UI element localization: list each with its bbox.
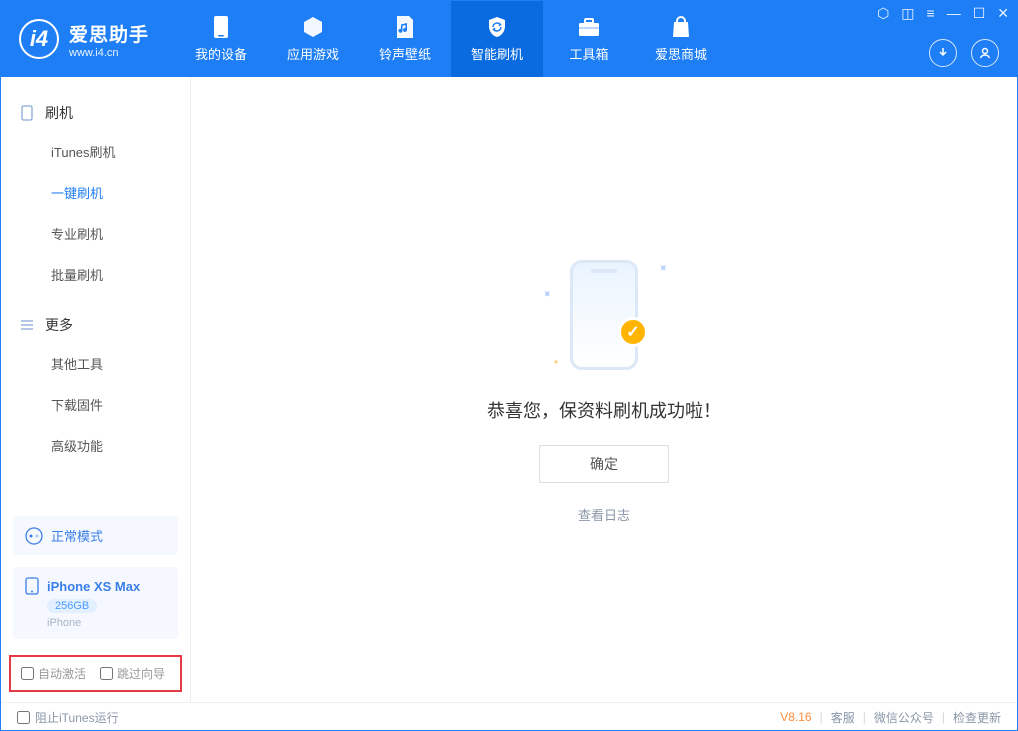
sidebar-item-itunes-flash[interactable]: iTunes刷机 [1,131,190,172]
block-itunes-label: 阻止iTunes运行 [35,709,119,726]
device-type: iPhone [47,617,81,629]
mode-card[interactable]: 正常模式 [13,516,178,555]
tab-label: 我的设备 [195,44,247,63]
separator: | [863,710,866,724]
success-illustration: ✦ ✦ • ✓ [544,255,664,375]
phone-fill-icon [25,577,39,595]
section-label: 刷机 [45,103,73,123]
tab-apps-games[interactable]: 应用游戏 [267,1,359,77]
auto-activate-label: 自动激活 [38,665,86,682]
sidebar-item-advanced[interactable]: 高级功能 [1,425,190,466]
device-card[interactable]: iPhone XS Max 256GB iPhone [13,567,178,639]
phone-illustration-icon [570,260,638,370]
tab-my-device[interactable]: 我的设备 [175,1,267,77]
minimize-button[interactable]: — [947,5,961,22]
sidebar-item-oneclick-flash[interactable]: 一键刷机 [1,172,190,213]
tab-label: 应用游戏 [287,44,339,63]
device-icon [209,15,233,39]
status-bar: 阻止iTunes运行 V8.16 | 客服 | 微信公众号 | 检查更新 [1,702,1017,731]
phone-outline-icon [19,105,35,121]
checkmark-badge-icon: ✓ [618,317,648,347]
section-more: 更多 [1,307,190,343]
separator: | [942,710,945,724]
user-button[interactable] [971,39,999,67]
shield-refresh-icon [485,15,509,39]
block-itunes-input[interactable] [17,711,30,724]
window-controls: ⬡ ◫ ≡ — ☐ ✕ [877,5,1009,22]
sidebar-item-download-firmware[interactable]: 下载固件 [1,384,190,425]
tab-smart-flash[interactable]: 智能刷机 [451,1,543,77]
section-label: 更多 [45,315,73,335]
refresh-circle-icon [25,527,43,545]
tab-label: 爱思商城 [655,44,707,63]
brand-subtitle: www.i4.cn [69,47,149,59]
shirt-icon[interactable]: ⬡ [877,5,889,22]
tab-label: 铃声壁纸 [379,44,431,63]
skip-guide-input[interactable] [100,667,113,680]
list-icon [19,317,35,333]
skip-guide-label: 跳过向导 [117,665,165,682]
cube-icon [301,15,325,39]
sidebar-item-batch-flash[interactable]: 批量刷机 [1,254,190,295]
tab-label: 智能刷机 [471,44,523,63]
download-button[interactable] [929,39,957,67]
music-file-icon [393,15,417,39]
sidebar-item-pro-flash[interactable]: 专业刷机 [1,213,190,254]
version-label: V8.16 [780,710,811,724]
sparkle-icon: • [554,355,558,369]
menu-icon[interactable]: ≡ [927,5,935,22]
check-update-link[interactable]: 检查更新 [953,709,1001,726]
header-bar: i4 爱思助手 www.i4.cn 我的设备 应用游戏 铃声壁纸 智能刷机 工具… [1,1,1017,77]
view-log-link[interactable]: 查看日志 [578,505,630,524]
ok-button[interactable]: 确定 [539,445,669,483]
device-name: iPhone XS Max [47,579,140,594]
separator: | [820,710,823,724]
sidebar: 刷机 iTunes刷机 一键刷机 专业刷机 批量刷机 更多 其他工具 下载固件 … [1,77,191,702]
logo-icon: i4 [19,19,59,59]
tab-toolbox[interactable]: 工具箱 [543,1,635,77]
bookmark-icon[interactable]: ◫ [901,5,914,22]
brand-logo: i4 爱思助手 www.i4.cn [1,1,167,77]
auto-activate-input[interactable] [21,667,34,680]
sparkle-icon: ✦ [539,285,556,302]
block-itunes-checkbox[interactable]: 阻止iTunes运行 [17,709,119,726]
brand-title: 爱思助手 [69,20,149,47]
tab-ringtones-wallpapers[interactable]: 铃声壁纸 [359,1,451,77]
skip-guide-checkbox[interactable]: 跳过向导 [100,665,165,682]
mode-label: 正常模式 [51,526,103,545]
main-content: ✦ ✦ • ✓ 恭喜您，保资料刷机成功啦！ 确定 查看日志 [191,77,1017,702]
flash-options-highlight: 自动激活 跳过向导 [9,655,182,692]
sidebar-item-other-tools[interactable]: 其他工具 [1,343,190,384]
support-link[interactable]: 客服 [831,709,855,726]
auto-activate-checkbox[interactable]: 自动激活 [21,665,86,682]
bag-icon [669,15,693,39]
wechat-link[interactable]: 微信公众号 [874,709,934,726]
toolbox-icon [577,15,601,39]
success-message: 恭喜您，保资料刷机成功啦！ [487,397,721,423]
header-tabs: 我的设备 应用游戏 铃声壁纸 智能刷机 工具箱 爱思商城 [175,1,727,77]
section-flash: 刷机 [1,95,190,131]
tab-label: 工具箱 [570,44,609,63]
close-button[interactable]: ✕ [997,5,1009,22]
tab-store[interactable]: 爱思商城 [635,1,727,77]
storage-badge: 256GB [47,599,97,613]
maximize-button[interactable]: ☐ [973,5,986,22]
sparkle-icon: ✦ [654,259,671,276]
